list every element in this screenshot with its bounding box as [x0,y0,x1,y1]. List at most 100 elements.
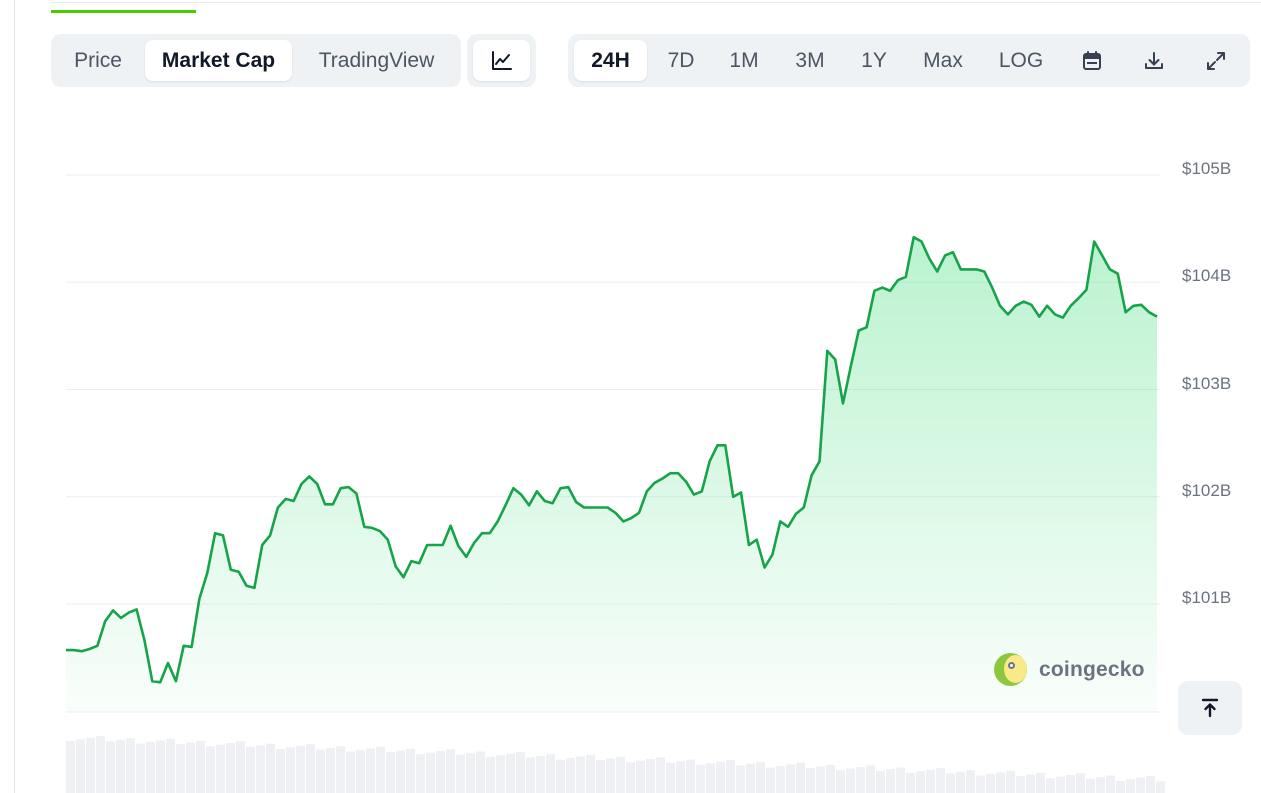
volume-bar [206,746,215,793]
volume-bar [986,773,995,793]
volume-bar [86,737,95,793]
volume-bar [286,747,295,793]
volume-bar [996,772,1005,793]
volume-bar [706,763,715,793]
volume-bar [846,768,855,793]
volume-bar [66,741,75,793]
volume-bar [826,764,835,793]
volume-bar [646,759,655,793]
watermark-text: coingecko [1039,657,1145,681]
volume-bar [756,762,765,793]
volume-bar [586,754,595,793]
volume-bar [196,740,205,793]
y-tick-label: $102B [1182,480,1232,500]
volume-bar [236,741,245,793]
volume-bar [906,772,915,793]
volume-bar [636,760,645,793]
volume-bar [416,754,425,793]
volume-bar [426,752,435,793]
volume-bar [1066,775,1075,793]
volume-bar [626,762,635,793]
volume-bar [536,755,545,793]
volume-bar [476,751,485,793]
volume-bar [436,751,445,793]
volume-bar [1106,775,1115,793]
scroll-to-top-button[interactable] [1178,681,1242,735]
volume-bar [616,756,625,793]
volume-bar [766,767,775,793]
volume-bar [356,750,365,793]
y-tick-label: $104B [1182,266,1232,286]
volume-bar [176,744,185,793]
volume-bar [946,773,955,793]
volume-bar [1006,770,1015,793]
volume-bar [836,770,845,793]
volume-bar [136,743,145,793]
volume-bar [606,758,615,793]
volume-bar [256,745,265,793]
volume-bar [956,771,965,793]
volume-bar [1076,773,1085,793]
volume-bar [1126,779,1135,793]
volume-bar [386,752,395,793]
volume-bar [296,745,305,793]
volume-bar [446,749,455,793]
volume-bar [1146,776,1155,793]
volume-bar [226,743,235,793]
volume-bar [326,747,335,793]
volume-bar [1086,778,1095,793]
volume-bar [746,763,755,793]
volume-bar [926,769,935,793]
volume-bar [166,738,175,793]
volume-bar [866,765,875,793]
volume-bar [156,740,165,793]
volume-bar [96,736,105,793]
volume-bar [656,757,665,793]
volume-bar [1136,777,1145,793]
volume-bar [1096,777,1105,793]
volume-bar [576,756,585,793]
volume-bar [406,748,415,793]
volume-bar [1036,772,1045,793]
volume-bar [676,761,685,793]
volume-bar [1116,780,1125,793]
y-tick-label: $101B [1182,588,1232,607]
volume-bar [1016,776,1025,793]
volume-bar [966,770,975,793]
volume-bar [146,742,155,793]
volume-bar [856,767,865,793]
volume-bar [876,770,885,793]
gecko-logo-icon [994,653,1027,686]
volume-bar [266,743,275,793]
volume-bar [666,762,675,793]
volume-bar [546,754,555,793]
volume-bar [456,754,465,793]
volume-bar [276,748,285,793]
volume-bar [316,749,325,793]
volume-bar [816,766,825,793]
volume-bar [496,755,505,793]
volume-bar [116,739,125,793]
volume-bar [1026,774,1035,793]
volume-bar [776,765,785,793]
volume-bar [246,746,255,793]
volume-bar [306,744,315,793]
volume-bar [736,765,745,793]
arrow-up-to-top-icon [1201,698,1219,718]
volume-bar [76,739,85,793]
coingecko-watermark: coingecko [994,653,1145,686]
volume-bar [526,757,535,793]
volume-bar [106,741,115,793]
volume-bar [796,762,805,793]
volume-bar [806,768,815,793]
volume-bar [1056,776,1065,793]
volume-bar [216,744,225,793]
volume-bar [126,738,135,793]
volume-bar [786,764,795,793]
volume-bar [886,769,895,793]
volume-bar [726,760,735,793]
y-tick-label: $105B [1182,159,1232,178]
volume-bar [556,759,565,793]
volume-bar [396,750,405,793]
volume-bar [916,771,925,793]
